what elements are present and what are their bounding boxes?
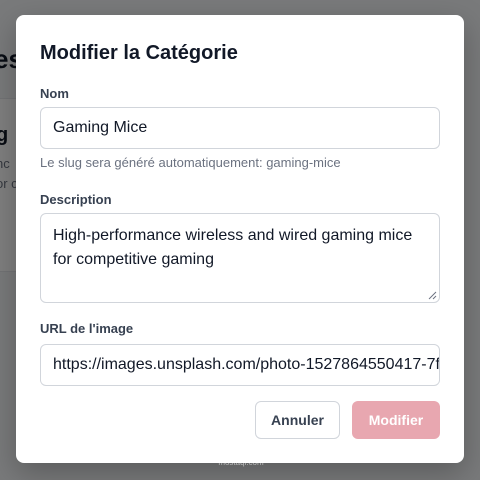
image-url-label: URL de l'image xyxy=(40,321,134,336)
dialog-title: Modifier la Catégorie xyxy=(40,42,238,64)
cancel-button[interactable]: Annuler xyxy=(255,401,340,439)
watermark-logo: مستقل mostaql.com xyxy=(210,442,272,468)
description-textarea[interactable]: High-performance wireless and wired gami… xyxy=(40,213,440,303)
description-label: Description xyxy=(40,192,112,207)
watermark-main: مستقل xyxy=(211,441,271,458)
name-input[interactable]: Gaming Mice xyxy=(40,107,440,149)
image-url-input[interactable]: https://images.unsplash.com/photo-152786… xyxy=(40,344,440,386)
description-text: High-performance wireless and wired gami… xyxy=(53,227,413,268)
resize-handle-icon[interactable] xyxy=(428,291,437,300)
name-label: Nom xyxy=(40,86,69,101)
submit-button[interactable]: Modifier xyxy=(352,401,440,439)
edit-category-dialog: Modifier la Catégorie Nom Gaming Mice Le… xyxy=(16,15,464,463)
slug-hint: Le slug sera généré automatiquement: gam… xyxy=(40,155,341,170)
watermark-sub: mostaql.com xyxy=(218,458,264,467)
